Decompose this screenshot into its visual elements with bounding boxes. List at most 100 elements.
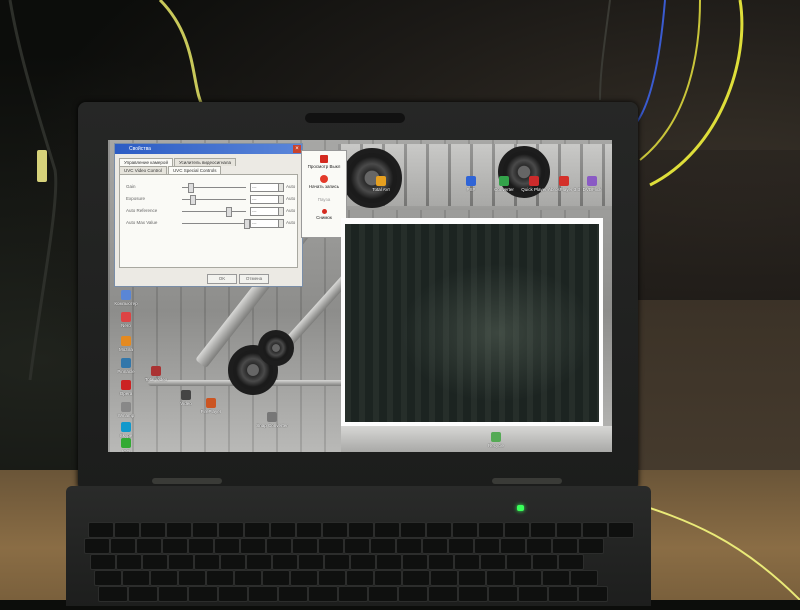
- keyboard-key[interactable]: [246, 554, 272, 570]
- keyboard-key[interactable]: [206, 570, 234, 586]
- exposure-slider-thumb[interactable]: [190, 195, 196, 205]
- keyboard-key[interactable]: [374, 570, 402, 586]
- keyboard-key[interactable]: [474, 538, 500, 554]
- keyboard-key[interactable]: [526, 538, 552, 554]
- auto-reference-slider-thumb[interactable]: [226, 207, 232, 217]
- cancel-button[interactable]: Отмена: [239, 274, 269, 284]
- auto-max-slider[interactable]: [182, 223, 246, 224]
- keyboard-key[interactable]: [192, 522, 218, 538]
- keyboard-key[interactable]: [530, 522, 556, 538]
- keyboard-key[interactable]: [348, 522, 374, 538]
- keyboard-key[interactable]: [116, 554, 142, 570]
- desktop-icon[interactable]: ICQ: [108, 438, 154, 452]
- keyboard-key[interactable]: [218, 522, 244, 538]
- keyboard-key[interactable]: [578, 538, 604, 554]
- keyboard-key[interactable]: [272, 554, 298, 570]
- keyboard-key[interactable]: [480, 554, 506, 570]
- exposure-value[interactable]: ---: [250, 195, 279, 204]
- keyboard-key[interactable]: [448, 538, 474, 554]
- keyboard-key[interactable]: [188, 538, 214, 554]
- keyboard-key[interactable]: [94, 570, 122, 586]
- desktop-icon[interactable]: Компьютер: [108, 290, 154, 306]
- desktop-icon[interactable]: Snap Converter: [244, 412, 300, 428]
- keyboard-key[interactable]: [150, 570, 178, 586]
- desktop-icon[interactable]: Total Video: [128, 366, 184, 382]
- keyboard-key[interactable]: [430, 570, 458, 586]
- keyboard-key[interactable]: [426, 522, 452, 538]
- keyboard-key[interactable]: [292, 538, 318, 554]
- keyboard-key[interactable]: [234, 570, 262, 586]
- pause-button[interactable]: Пауза: [302, 197, 346, 202]
- keyboard-key[interactable]: [374, 522, 400, 538]
- exposure-spinner[interactable]: [278, 195, 284, 204]
- keyboard-key[interactable]: [486, 570, 514, 586]
- keyboard-key[interactable]: [402, 570, 430, 586]
- auto-reference-auto[interactable]: Auto: [286, 208, 295, 213]
- close-icon[interactable]: ×: [293, 145, 301, 153]
- tab-camera-control[interactable]: Управление камерой: [119, 158, 173, 166]
- keyboard-key[interactable]: [220, 554, 246, 570]
- keyboard-key[interactable]: [298, 554, 324, 570]
- keyboard-key[interactable]: [558, 554, 584, 570]
- keyboard-key[interactable]: [318, 570, 346, 586]
- keyboard-key[interactable]: [500, 538, 526, 554]
- desktop-icon[interactable]: Total AVI: [353, 176, 409, 192]
- keyboard-key[interactable]: [608, 522, 634, 538]
- auto-max-value[interactable]: ---: [250, 219, 279, 228]
- keyboard-key[interactable]: [214, 538, 240, 554]
- start-record-button[interactable]: Начать запись: [302, 175, 346, 189]
- keyboard-key[interactable]: [514, 570, 542, 586]
- desktop-icon[interactable]: Skype: [108, 422, 154, 438]
- keyboard-key[interactable]: [142, 554, 168, 570]
- keyboard-key[interactable]: [88, 522, 114, 538]
- keyboard-key[interactable]: [350, 554, 376, 570]
- keyboard-key[interactable]: [396, 538, 422, 554]
- keyboard-key[interactable]: [344, 538, 370, 554]
- keyboard-key[interactable]: [478, 522, 504, 538]
- gain-slider-thumb[interactable]: [188, 183, 194, 193]
- tab-video-amp[interactable]: Усилитель видеосигнала: [173, 158, 237, 166]
- keyboard-key[interactable]: [168, 554, 194, 570]
- desktop-icon[interactable]: Opera: [108, 380, 154, 396]
- keyboard-key[interactable]: [346, 570, 374, 586]
- keyboard-key[interactable]: [110, 538, 136, 554]
- keyboard-key[interactable]: [422, 538, 448, 554]
- keyboard-key[interactable]: [290, 570, 318, 586]
- keyboard-key[interactable]: [506, 554, 532, 570]
- gain-value[interactable]: ---: [250, 183, 279, 192]
- auto-reference-spinner[interactable]: [278, 207, 284, 216]
- keyboard-key[interactable]: [556, 522, 582, 538]
- keyboard-key[interactable]: [136, 538, 162, 554]
- tab-uvc-video-control[interactable]: UVC Video Control: [119, 166, 167, 174]
- keyboard-key[interactable]: [370, 538, 396, 554]
- keyboard-key[interactable]: [324, 554, 350, 570]
- auto-reference-slider[interactable]: [182, 211, 246, 212]
- keyboard-key[interactable]: [194, 554, 220, 570]
- auto-max-spinner[interactable]: [278, 219, 284, 228]
- auto-max-auto[interactable]: Auto: [286, 220, 295, 225]
- keyboard-key[interactable]: [84, 538, 110, 554]
- gain-spinner[interactable]: [278, 183, 284, 192]
- keyboard-key[interactable]: [114, 522, 140, 538]
- keyboard-key[interactable]: [240, 538, 266, 554]
- desktop-icon[interactable]: Nero: [108, 312, 154, 328]
- keyboard-key[interactable]: [266, 538, 292, 554]
- desktop-icon[interactable]: Winamp: [108, 402, 154, 418]
- keyboard-key[interactable]: [166, 522, 192, 538]
- keyboard-key[interactable]: [454, 554, 480, 570]
- desktop-icon[interactable]: FirePlayer: [183, 398, 239, 414]
- keyboard-key[interactable]: [582, 522, 608, 538]
- keyboard-key[interactable]: [162, 538, 188, 554]
- keyboard-key[interactable]: [322, 522, 348, 538]
- keyboard-key[interactable]: [376, 554, 402, 570]
- desktop-icon[interactable]: Mozilla: [108, 336, 154, 352]
- keyboard-key[interactable]: [570, 570, 598, 586]
- keyboard-key[interactable]: [552, 538, 578, 554]
- keyboard-key[interactable]: [428, 554, 454, 570]
- camera-preview-window[interactable]: [341, 218, 603, 426]
- desktop-icon[interactable]: Recycle: [468, 432, 524, 448]
- keyboard-key[interactable]: [458, 570, 486, 586]
- keyboard-key[interactable]: [400, 522, 426, 538]
- gain-auto[interactable]: Auto: [286, 184, 295, 189]
- keyboard-key[interactable]: [532, 554, 558, 570]
